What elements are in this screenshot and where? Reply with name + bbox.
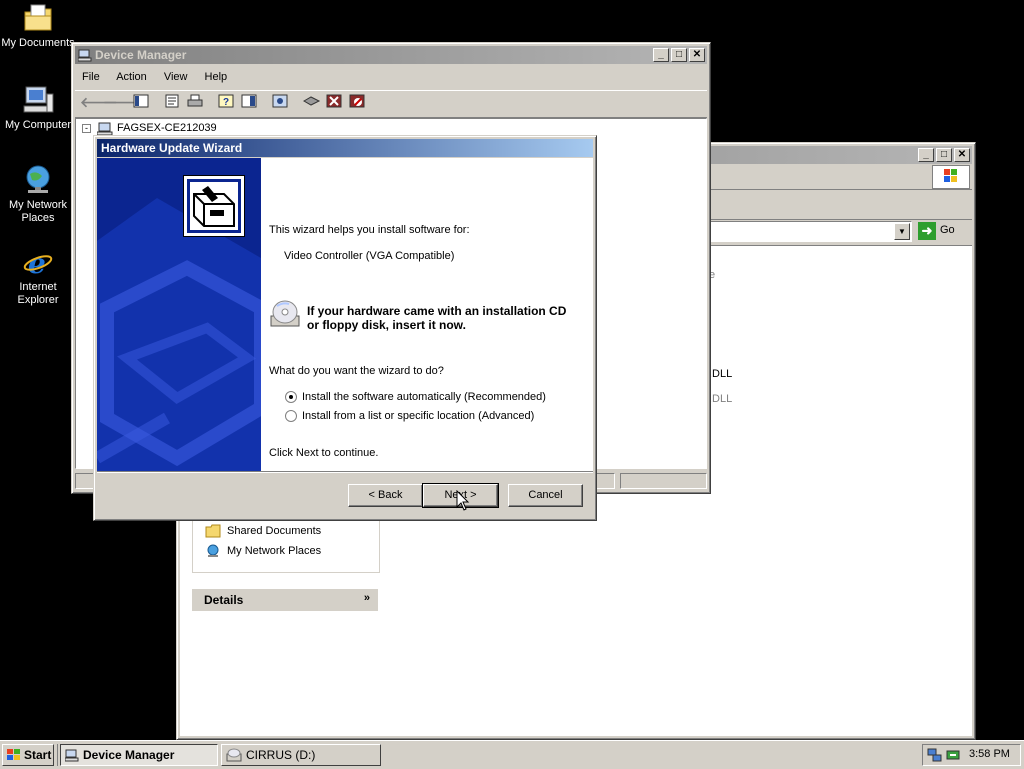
- task-device-manager[interactable]: Device Manager: [60, 744, 218, 766]
- cd-drive-icon: [226, 748, 242, 762]
- back-arrow-icon[interactable]: 🡐: [80, 94, 118, 110]
- taskbar: Start Device Manager CIRRUS (D:) 3:58 PM: [0, 740, 1024, 769]
- desktop-icon-my-computer[interactable]: My Computer: [0, 84, 76, 132]
- folder-icon: [205, 524, 221, 538]
- details-panel-header[interactable]: Details »: [192, 589, 378, 611]
- continue-text: Click Next to continue.: [269, 447, 379, 459]
- address-dropdown-button[interactable]: ▼: [894, 223, 910, 240]
- menu-file[interactable]: File: [82, 71, 100, 83]
- device-manager-icon: [65, 749, 79, 762]
- menu-help[interactable]: Help: [205, 71, 228, 83]
- system-tray: 3:58 PM: [922, 744, 1021, 766]
- desktop-icon-network-places[interactable]: My Network Places: [0, 164, 76, 225]
- menu-action[interactable]: Action: [116, 71, 147, 83]
- svg-text:e: e: [28, 247, 46, 278]
- chevron-down-icon[interactable]: »: [364, 592, 370, 604]
- hardware-box-icon: [183, 175, 245, 237]
- my-documents-icon: [24, 4, 52, 31]
- wizard-intro-text: This wizard helps you install software f…: [269, 224, 470, 236]
- device-name: Video Controller (VGA Compatible): [284, 250, 455, 262]
- option-label: Install from a list or specific location…: [302, 410, 535, 422]
- details-title: Details: [204, 593, 244, 607]
- desktop-icon-label: My Computer: [4, 119, 72, 131]
- maximize-button[interactable]: □: [936, 148, 952, 162]
- file-item-label[interactable]: .DLL: [709, 368, 732, 380]
- desktop-icon-label: Internet Explorer: [17, 281, 59, 306]
- option-label: Install the software automatically (Reco…: [302, 391, 546, 403]
- device-manager-menubar: File Action View Help: [82, 71, 241, 83]
- menu-view[interactable]: View: [164, 71, 188, 83]
- back-button[interactable]: < Back: [348, 484, 423, 507]
- option-advanced[interactable]: Install from a list or specific location…: [285, 409, 575, 425]
- update-driver-icon[interactable]: [302, 94, 321, 110]
- windows-logo-icon: [7, 749, 20, 760]
- go-arrow-icon: ➜: [918, 222, 936, 240]
- properties-icon[interactable]: [164, 94, 182, 110]
- cd-icon: [269, 298, 301, 330]
- file-item-label[interactable]: .DLL: [709, 393, 732, 405]
- print-icon[interactable]: [187, 94, 205, 110]
- show-hide-tree-icon[interactable]: [133, 94, 151, 110]
- minimize-button[interactable]: _: [918, 148, 934, 162]
- desktop-icon-label: My Documents: [1, 37, 75, 49]
- go-button[interactable]: ➜ Go: [916, 221, 968, 242]
- go-label: Go: [940, 224, 955, 236]
- option-automatic[interactable]: Install the software automatically (Reco…: [285, 390, 575, 406]
- help-icon[interactable]: ?: [218, 94, 236, 110]
- device-manager-title-bar[interactable]: Device Manager _ □ ✕: [75, 46, 707, 64]
- radio-automatic[interactable]: [285, 391, 297, 403]
- cancel-button[interactable]: Cancel: [508, 484, 583, 507]
- wizard-banner: [97, 158, 261, 471]
- wizard-content: This wizard helps you install software f…: [261, 158, 593, 471]
- task-cirrus-drive[interactable]: CIRRUS (D:): [221, 744, 381, 766]
- svg-text:?: ?: [223, 97, 229, 108]
- desktop-icon-internet-explorer[interactable]: e Internet Explorer: [0, 246, 76, 307]
- wizard-question: What do you want the wizard to do?: [269, 365, 444, 377]
- disable-device-icon[interactable]: [349, 94, 367, 110]
- hardware-update-wizard[interactable]: Hardware Update Wizard This wizard helps…: [93, 135, 597, 521]
- internet-explorer-icon: e: [23, 247, 53, 278]
- maximize-button[interactable]: □: [671, 48, 687, 62]
- network-places-icon: [26, 165, 50, 193]
- scan-hardware-icon[interactable]: [272, 94, 290, 110]
- wizard-title-bar[interactable]: Hardware Update Wizard: [97, 139, 593, 157]
- computer-icon: [97, 122, 113, 136]
- minimize-button[interactable]: _: [653, 48, 669, 62]
- tree-collapse-toggle[interactable]: -: [82, 124, 91, 133]
- safely-remove-hardware-icon[interactable]: [945, 747, 961, 763]
- desktop-icon-my-documents[interactable]: My Documents: [0, 2, 76, 50]
- other-places-panel: Shared Documents My Network Places: [192, 518, 380, 573]
- uninstall-icon[interactable]: [326, 94, 344, 110]
- network-places-icon: [207, 544, 219, 557]
- my-computer-icon: [23, 86, 54, 113]
- device-manager-icon: [78, 49, 92, 62]
- view-pane-icon[interactable]: [241, 94, 259, 110]
- device-manager-toolbar: 🡐 🡒 ?: [75, 90, 707, 118]
- clock[interactable]: 3:58 PM: [969, 748, 1010, 760]
- cd-notice: If your hardware came with an installati…: [307, 304, 567, 332]
- close-button[interactable]: ✕: [954, 148, 970, 162]
- radio-advanced[interactable]: [285, 410, 297, 422]
- mouse-cursor-icon: [456, 490, 470, 511]
- start-button[interactable]: Start: [2, 744, 54, 766]
- desktop-icon-label: My Network Places: [8, 199, 68, 224]
- close-button[interactable]: ✕: [689, 48, 705, 62]
- tree-root-label[interactable]: FAGSEX-CE212039: [117, 122, 217, 134]
- forward-arrow-icon[interactable]: 🡒: [103, 94, 141, 110]
- windows-logo-icon: [932, 165, 970, 189]
- network-tray-icon[interactable]: [927, 747, 943, 763]
